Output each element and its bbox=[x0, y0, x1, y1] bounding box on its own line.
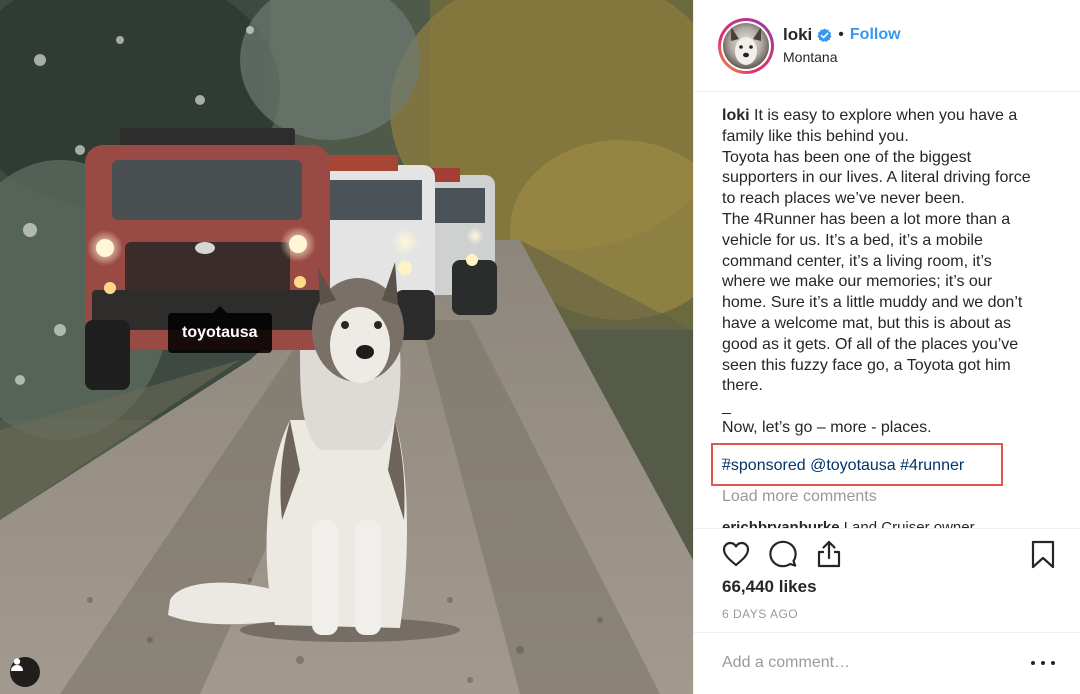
more-options-icon[interactable] bbox=[1031, 654, 1055, 672]
verified-badge-icon bbox=[817, 28, 832, 43]
caption-line: Toyota has been one of the biggest bbox=[722, 148, 972, 166]
load-more-comments-button[interactable]: Load more comments bbox=[722, 488, 877, 506]
user-tag-bubble[interactable]: toyotausa bbox=[168, 306, 272, 353]
caption-dash: _ bbox=[722, 446, 729, 460]
caption-line: seen this fuzzy face go, a Toyota got hi… bbox=[722, 356, 1011, 374]
caption-line: loki It is easy to explore when you have… bbox=[722, 107, 1018, 124]
caption-line: The 4Runner has been a lot more than a bbox=[722, 210, 1011, 228]
likes-count[interactable]: 66,440 likes bbox=[722, 577, 817, 597]
caption-line: home. Sure it’s a little muddy and we do… bbox=[722, 294, 1023, 312]
mention-link[interactable]: @toyotausa bbox=[810, 457, 896, 474]
caption-line: to reach places we’ve never been. bbox=[722, 190, 965, 208]
caption-line: command center, it’s a living room, it’s bbox=[722, 252, 992, 270]
caption-hashtags: _ #sponsored @toyotausa #4runner bbox=[722, 446, 964, 475]
heart-icon[interactable] bbox=[721, 540, 751, 568]
post-side-panel: loki • Follow Montana loki It is easy to… bbox=[693, 0, 1080, 694]
add-comment-input[interactable]: Add a comment… bbox=[722, 654, 850, 672]
follow-button[interactable]: Follow bbox=[850, 26, 901, 44]
post-caption: loki It is easy to explore when you have… bbox=[722, 106, 1062, 439]
separator-dot: • bbox=[838, 26, 844, 43]
caption-username[interactable]: loki bbox=[722, 107, 750, 124]
hashtag-link[interactable]: #4runner bbox=[900, 457, 964, 474]
post-photo[interactable]: toyotausa bbox=[0, 0, 693, 694]
post-header: loki • Follow Montana bbox=[694, 0, 1080, 92]
post-timestamp[interactable]: 6 DAYS AGO bbox=[722, 607, 798, 621]
post-location[interactable]: Montana bbox=[783, 49, 837, 65]
photo-scene bbox=[0, 0, 693, 694]
username-row: loki • Follow bbox=[783, 25, 901, 45]
caption-line: vehicle for us. It’s a bed, it’s a mobil… bbox=[722, 231, 983, 249]
avatar-image bbox=[723, 23, 769, 69]
avatar[interactable] bbox=[718, 18, 774, 74]
comment-item: erichbryanburke Land Cruiser owner bbox=[722, 516, 975, 528]
user-tag-label: toyotausa bbox=[182, 324, 258, 341]
comment-text: Land Cruiser owner bbox=[839, 519, 975, 528]
caption-line: where we make our memories; it’s our bbox=[722, 273, 993, 291]
caption-line: supporters in our lives. A literal drivi… bbox=[722, 169, 1031, 187]
hashtag-link[interactable]: #sponsored bbox=[722, 457, 806, 474]
bookmark-icon[interactable] bbox=[1030, 539, 1056, 569]
comment-username[interactable]: erichbryanburke bbox=[722, 519, 840, 528]
caption-line: there. bbox=[722, 377, 763, 395]
comment-icon[interactable] bbox=[768, 540, 798, 568]
caption-line: have a welcome mat, but this is about as bbox=[722, 314, 1012, 332]
post-username[interactable]: loki bbox=[783, 25, 812, 45]
actions-divider bbox=[694, 528, 1080, 529]
caption-line: family like this behind you. bbox=[722, 127, 909, 145]
caption-closing: Now, let’s go – more - places. bbox=[722, 418, 932, 436]
share-icon[interactable] bbox=[814, 539, 844, 569]
caption-line: good as it gets. Of all of the places yo… bbox=[722, 335, 1019, 353]
user-icon[interactable] bbox=[10, 657, 40, 687]
caption-dash: _ bbox=[722, 398, 731, 416]
